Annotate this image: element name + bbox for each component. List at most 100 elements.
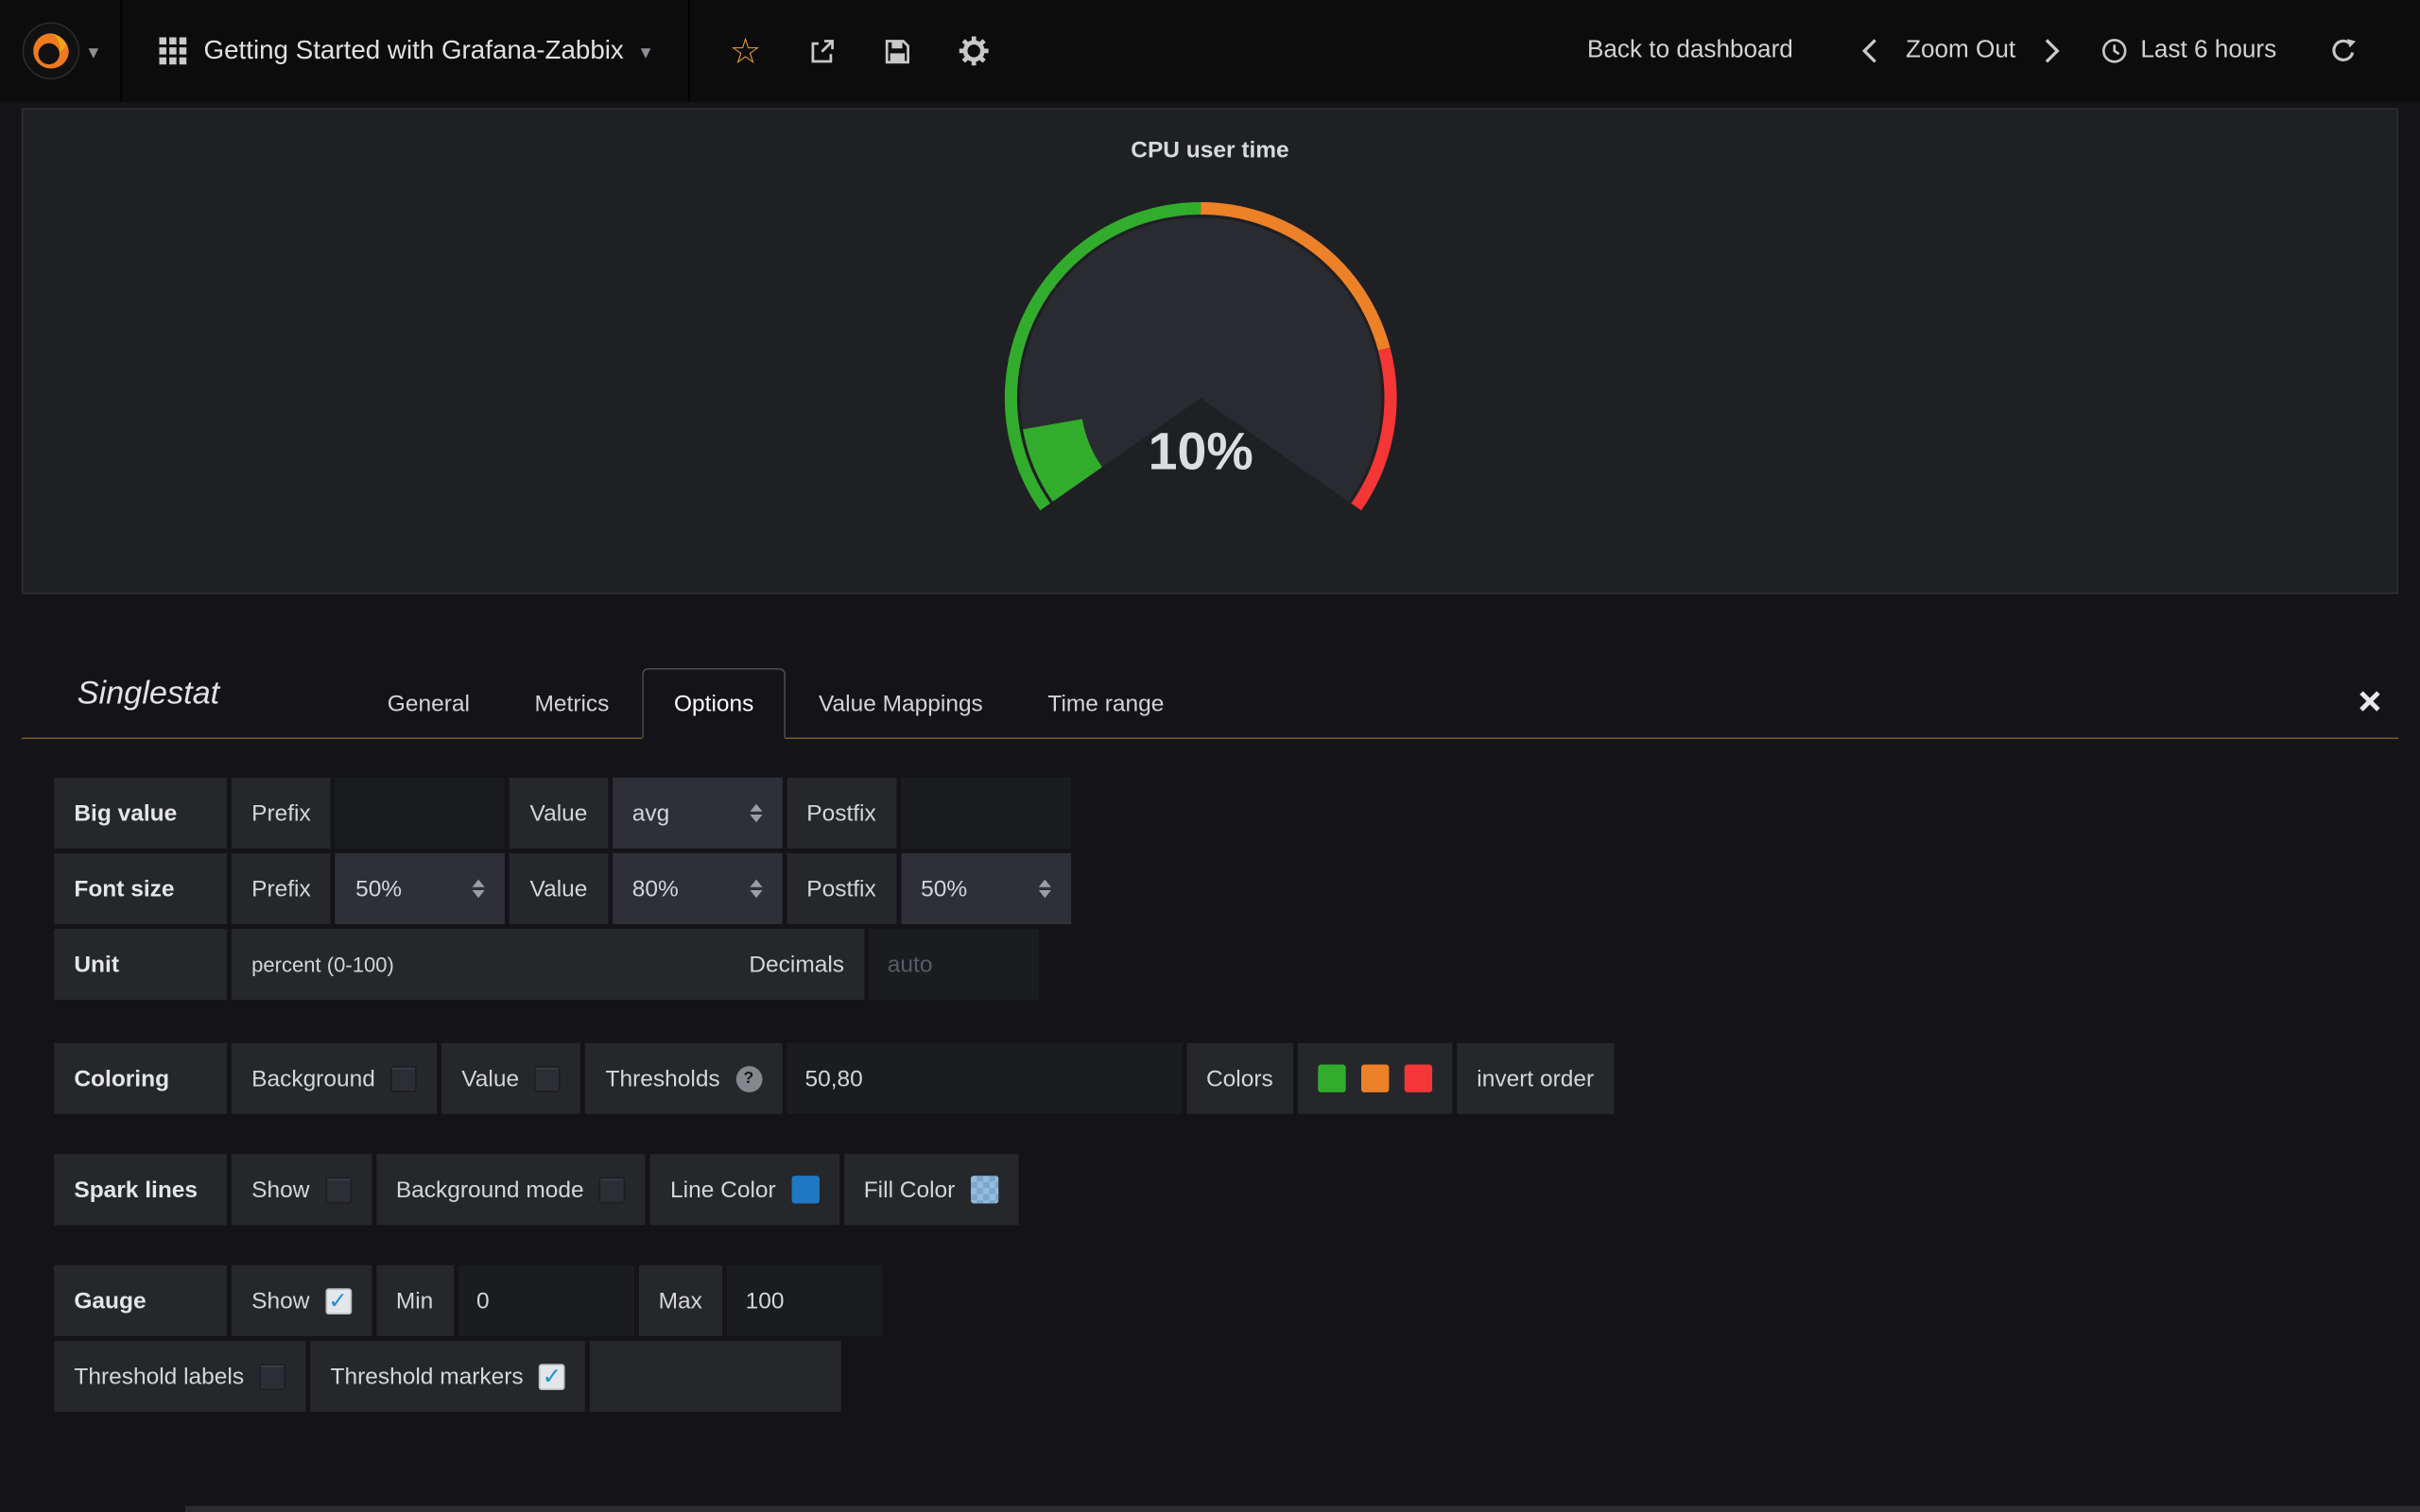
big-value-value-label: Value [510,778,607,849]
dashboard-grid-icon [159,37,186,64]
font-size-prefix-select[interactable]: 50% [336,853,506,924]
font-size-postfix-label: Postfix [786,853,896,924]
title-dropdown-caret-icon: ▾ [641,41,651,60]
big-value-row-label: Big value [54,778,227,849]
editor-tabs: General Metrics Options Value Mappings T… [355,668,1197,739]
gauge-row-label: Gauge [54,1265,227,1336]
star-dashboard-button[interactable]: ☆ [730,33,762,69]
save-icon [883,36,912,65]
gauge-show-checkbox[interactable]: ✓ [325,1287,352,1314]
time-shift-right-button[interactable] [2044,37,2061,64]
font-size-postfix-select[interactable]: 50% [901,853,1071,924]
spark-show-checkbox[interactable] [325,1177,352,1203]
time-shift-left-button[interactable] [1861,37,1878,64]
panel-type-title: Singlestat [78,676,220,713]
back-to-dashboard-button[interactable]: Back to dashboard [1587,37,1793,64]
big-value-stat-select[interactable]: avg [613,778,783,849]
decimals-label: Decimals [749,952,844,978]
dashboard-settings-button[interactable] [959,36,990,67]
tab-value-mappings[interactable]: Value Mappings [786,668,1015,739]
unit-picker[interactable]: percent (0-100) [251,953,394,975]
refresh-button[interactable] [2329,36,2359,65]
font-size-row: Font size Prefix 50% Value 80% Postfix 5… [54,853,1070,924]
empty-filler-cell [590,1341,841,1412]
spark-background-mode-checkbox[interactable] [599,1177,626,1203]
gauge-min-input[interactable] [476,1287,615,1314]
share-icon [807,36,837,65]
unit-picker-cell: percent (0-100) Decimals [232,929,864,1000]
tab-metrics[interactable]: Metrics [502,668,642,739]
spark-show-cell: Show [232,1154,372,1225]
colors-label-cell: Colors [1186,1043,1293,1114]
coloring-value-checkbox[interactable] [534,1065,561,1091]
gauge-max-input-cell [727,1265,883,1336]
tab-options[interactable]: Options [642,668,786,739]
decimals-input[interactable] [888,952,1020,978]
thresholds-input-cell [786,1043,1182,1114]
font-size-value-select[interactable]: 80% [613,853,783,924]
value-options-group: Big value Prefix Value avg Postfix Font … [54,778,1070,1000]
threshold-toggles-row: Threshold labels Threshold markers ✓ [54,1341,883,1412]
unit-row-label: Unit [54,929,227,1000]
next-section-edge [185,1505,2420,1512]
big-value-postfix-input[interactable] [919,800,1051,827]
big-value-postfix-label: Postfix [786,778,896,849]
help-icon[interactable]: ? [735,1065,762,1091]
coloring-group: Coloring Background Value Thresholds ? C… [54,1043,1614,1114]
coloring-background-checkbox[interactable] [390,1065,417,1091]
spark-lines-row: Spark lines Show Background mode Line Co… [54,1154,1018,1225]
star-icon: ☆ [730,33,762,69]
threshold-markers-cell: Threshold markers ✓ [310,1341,585,1412]
big-value-postfix-input-cell [901,778,1071,849]
logo-dropdown-caret-icon: ▾ [88,41,98,60]
tab-time-range[interactable]: Time range [1015,668,1197,739]
thresholds-label-cell: Thresholds ? [585,1043,782,1114]
invert-order-button[interactable]: invert order [1457,1043,1614,1114]
dashboard-title-dropdown[interactable]: Getting Started with Grafana-Zabbix ▾ [122,0,689,102]
share-dashboard-button[interactable] [807,36,837,65]
line-color-swatch[interactable] [791,1176,819,1203]
grafana-logo-button[interactable]: ▾ [0,0,122,102]
save-dashboard-button[interactable] [883,36,912,65]
gauge-min-label: Min [376,1265,454,1336]
time-range-picker[interactable]: Last 6 hours [2100,37,2276,64]
coloring-row-label: Coloring [54,1043,227,1114]
tab-general[interactable]: General [355,668,503,739]
big-value-prefix-input-cell [336,778,506,849]
fill-color-swatch[interactable] [971,1176,998,1203]
threshold-color-swatch-green[interactable] [1318,1065,1345,1092]
thresholds-input[interactable] [804,1065,1163,1091]
gear-icon [959,36,990,67]
gauge-value-text: 10% [969,422,1432,483]
zoom-out-button[interactable]: Zoom Out [1906,37,2015,64]
select-caret-icon [473,880,485,899]
gauge-options-group: Gauge Show ✓ Min Max Threshold labels Th… [54,1265,883,1412]
chevron-left-icon [1861,37,1878,64]
select-caret-icon [1038,880,1050,899]
panel-title[interactable]: CPU user time [23,137,2396,163]
big-value-prefix-label: Prefix [232,778,331,849]
gauge-row: Gauge Show ✓ Min Max [54,1265,883,1336]
close-editor-button[interactable] [2352,683,2386,717]
gauge-max-label: Max [638,1265,722,1336]
threshold-labels-cell: Threshold labels [54,1341,305,1412]
threshold-color-swatch-orange[interactable] [1361,1065,1389,1092]
spark-line-color-cell: Line Color [650,1154,839,1225]
refresh-icon [2329,36,2359,65]
threshold-labels-checkbox[interactable] [259,1363,285,1389]
font-size-prefix-label: Prefix [232,853,331,924]
coloring-value-cell: Value [441,1043,580,1114]
gauge-max-input[interactable] [746,1287,865,1314]
decimals-input-cell [869,929,1039,1000]
navbar-right: Back to dashboard Zoom Out Last 6 hours [1587,36,2420,65]
time-range-label: Last 6 hours [2140,37,2276,64]
threshold-markers-checkbox[interactable]: ✓ [539,1363,565,1389]
big-value-prefix-input[interactable] [354,800,486,827]
grafana-logo-icon [22,22,80,80]
spark-background-mode-cell: Background mode [376,1154,646,1225]
unit-row: Unit percent (0-100) Decimals [54,929,1070,1000]
select-caret-icon [750,880,762,899]
font-size-row-label: Font size [54,853,227,924]
color-swatches-cell [1298,1043,1452,1114]
threshold-color-swatch-red[interactable] [1405,1065,1432,1092]
